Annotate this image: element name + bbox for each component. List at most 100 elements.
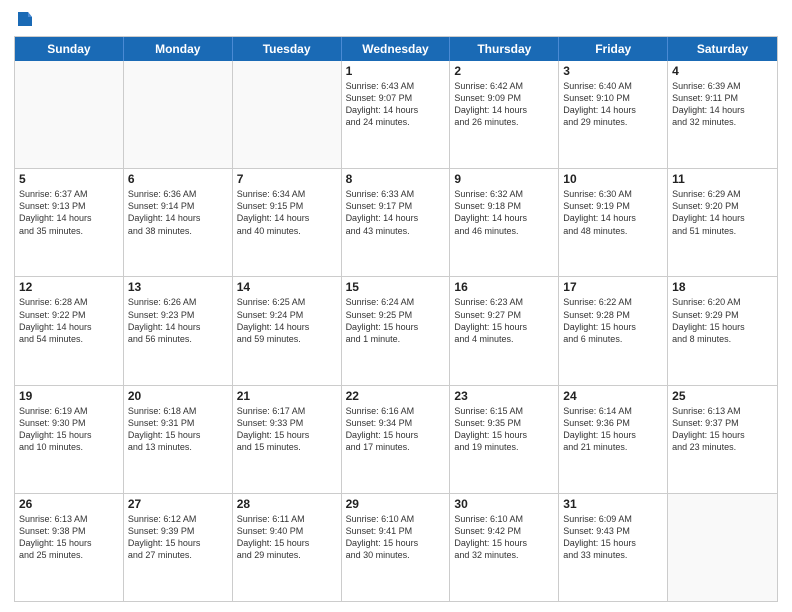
day-number: 27: [128, 497, 228, 511]
header: [14, 10, 778, 28]
day-number: 11: [672, 172, 773, 186]
calendar-cell: 19 Sunrise: 6:19 AM Sunset: 9:30 PM Dayli…: [15, 386, 124, 493]
day-number: 19: [19, 389, 119, 403]
calendar-row-5: 26 Sunrise: 6:13 AM Sunset: 9:38 PM Dayli…: [15, 494, 777, 601]
day-info: Sunrise: 6:09 AM Sunset: 9:43 PM Dayligh…: [563, 513, 663, 562]
calendar-cell: 31 Sunrise: 6:09 AM Sunset: 9:43 PM Dayli…: [559, 494, 668, 601]
day-number: 26: [19, 497, 119, 511]
day-info: Sunrise: 6:25 AM Sunset: 9:24 PM Dayligh…: [237, 296, 337, 345]
day-info: Sunrise: 6:18 AM Sunset: 9:31 PM Dayligh…: [128, 405, 228, 454]
calendar-cell: 29 Sunrise: 6:10 AM Sunset: 9:41 PM Dayli…: [342, 494, 451, 601]
day-info: Sunrise: 6:22 AM Sunset: 9:28 PM Dayligh…: [563, 296, 663, 345]
calendar-row-2: 5 Sunrise: 6:37 AM Sunset: 9:13 PM Daylig…: [15, 169, 777, 277]
day-info: Sunrise: 6:13 AM Sunset: 9:38 PM Dayligh…: [19, 513, 119, 562]
day-info: Sunrise: 6:37 AM Sunset: 9:13 PM Dayligh…: [19, 188, 119, 237]
header-day-sunday: Sunday: [15, 37, 124, 61]
calendar-cell: 17 Sunrise: 6:22 AM Sunset: 9:28 PM Dayli…: [559, 277, 668, 384]
day-number: 12: [19, 280, 119, 294]
day-number: 18: [672, 280, 773, 294]
calendar-cell: 4Sunrise: 6:39 AM Sunset: 9:11 PM Daylig…: [668, 61, 777, 168]
header-day-friday: Friday: [559, 37, 668, 61]
logo: [14, 10, 34, 28]
day-info: Sunrise: 6:12 AM Sunset: 9:39 PM Dayligh…: [128, 513, 228, 562]
day-info: Sunrise: 6:43 AM Sunset: 9:07 PM Dayligh…: [346, 80, 446, 129]
day-info: Sunrise: 6:36 AM Sunset: 9:14 PM Dayligh…: [128, 188, 228, 237]
calendar-cell: [668, 494, 777, 601]
day-number: 17: [563, 280, 663, 294]
day-info: Sunrise: 6:10 AM Sunset: 9:41 PM Dayligh…: [346, 513, 446, 562]
header-day-wednesday: Wednesday: [342, 37, 451, 61]
day-number: 9: [454, 172, 554, 186]
calendar-row-4: 19 Sunrise: 6:19 AM Sunset: 9:30 PM Dayli…: [15, 386, 777, 494]
calendar-cell: 7Sunrise: 6:34 AM Sunset: 9:15 PM Daylig…: [233, 169, 342, 276]
calendar-row-3: 12 Sunrise: 6:28 AM Sunset: 9:22 PM Dayli…: [15, 277, 777, 385]
day-info: Sunrise: 6:11 AM Sunset: 9:40 PM Dayligh…: [237, 513, 337, 562]
day-number: 24: [563, 389, 663, 403]
calendar: SundayMondayTuesdayWednesdayThursdayFrid…: [14, 36, 778, 602]
calendar-cell: 5 Sunrise: 6:37 AM Sunset: 9:13 PM Daylig…: [15, 169, 124, 276]
calendar-row-1: 1 Sunrise: 6:43 AM Sunset: 9:07 PM Daylig…: [15, 61, 777, 169]
calendar-cell: 28Sunrise: 6:11 AM Sunset: 9:40 PM Dayli…: [233, 494, 342, 601]
day-info: Sunrise: 6:23 AM Sunset: 9:27 PM Dayligh…: [454, 296, 554, 345]
calendar-cell: 30 Sunrise: 6:10 AM Sunset: 9:42 PM Dayli…: [450, 494, 559, 601]
calendar-cell: 6 Sunrise: 6:36 AM Sunset: 9:14 PM Daylig…: [124, 169, 233, 276]
header-day-thursday: Thursday: [450, 37, 559, 61]
header-day-saturday: Saturday: [668, 37, 777, 61]
day-number: 20: [128, 389, 228, 403]
day-info: Sunrise: 6:28 AM Sunset: 9:22 PM Dayligh…: [19, 296, 119, 345]
day-info: Sunrise: 6:14 AM Sunset: 9:36 PM Dayligh…: [563, 405, 663, 454]
day-number: 5: [19, 172, 119, 186]
day-info: Sunrise: 6:40 AM Sunset: 9:10 PM Dayligh…: [563, 80, 663, 129]
day-number: 29: [346, 497, 446, 511]
day-info: Sunrise: 6:26 AM Sunset: 9:23 PM Dayligh…: [128, 296, 228, 345]
day-info: Sunrise: 6:33 AM Sunset: 9:17 PM Dayligh…: [346, 188, 446, 237]
calendar-cell: 23Sunrise: 6:15 AM Sunset: 9:35 PM Dayli…: [450, 386, 559, 493]
calendar-cell: [233, 61, 342, 168]
calendar-cell: 1 Sunrise: 6:43 AM Sunset: 9:07 PM Daylig…: [342, 61, 451, 168]
day-number: 8: [346, 172, 446, 186]
day-info: Sunrise: 6:29 AM Sunset: 9:20 PM Dayligh…: [672, 188, 773, 237]
day-number: 2: [454, 64, 554, 78]
logo-icon: [16, 10, 34, 28]
calendar-header: SundayMondayTuesdayWednesdayThursdayFrid…: [15, 37, 777, 61]
day-number: 1: [346, 64, 446, 78]
day-info: Sunrise: 6:16 AM Sunset: 9:34 PM Dayligh…: [346, 405, 446, 454]
page: SundayMondayTuesdayWednesdayThursdayFrid…: [0, 0, 792, 612]
day-number: 6: [128, 172, 228, 186]
calendar-cell: 2 Sunrise: 6:42 AM Sunset: 9:09 PM Daylig…: [450, 61, 559, 168]
calendar-cell: 8 Sunrise: 6:33 AM Sunset: 9:17 PM Daylig…: [342, 169, 451, 276]
day-number: 30: [454, 497, 554, 511]
day-info: Sunrise: 6:17 AM Sunset: 9:33 PM Dayligh…: [237, 405, 337, 454]
day-info: Sunrise: 6:42 AM Sunset: 9:09 PM Dayligh…: [454, 80, 554, 129]
day-number: 25: [672, 389, 773, 403]
calendar-cell: 14Sunrise: 6:25 AM Sunset: 9:24 PM Dayli…: [233, 277, 342, 384]
day-info: Sunrise: 6:20 AM Sunset: 9:29 PM Dayligh…: [672, 296, 773, 345]
calendar-cell: 9 Sunrise: 6:32 AM Sunset: 9:18 PM Daylig…: [450, 169, 559, 276]
calendar-cell: 25 Sunrise: 6:13 AM Sunset: 9:37 PM Dayli…: [668, 386, 777, 493]
day-number: 15: [346, 280, 446, 294]
day-info: Sunrise: 6:19 AM Sunset: 9:30 PM Dayligh…: [19, 405, 119, 454]
calendar-cell: 18 Sunrise: 6:20 AM Sunset: 9:29 PM Dayli…: [668, 277, 777, 384]
day-number: 31: [563, 497, 663, 511]
calendar-body: 1 Sunrise: 6:43 AM Sunset: 9:07 PM Daylig…: [15, 61, 777, 601]
calendar-cell: 21Sunrise: 6:17 AM Sunset: 9:33 PM Dayli…: [233, 386, 342, 493]
calendar-cell: 24 Sunrise: 6:14 AM Sunset: 9:36 PM Dayli…: [559, 386, 668, 493]
header-day-tuesday: Tuesday: [233, 37, 342, 61]
day-number: 16: [454, 280, 554, 294]
calendar-cell: 15Sunrise: 6:24 AM Sunset: 9:25 PM Dayli…: [342, 277, 451, 384]
day-number: 22: [346, 389, 446, 403]
calendar-cell: 11 Sunrise: 6:29 AM Sunset: 9:20 PM Dayli…: [668, 169, 777, 276]
calendar-cell: 27 Sunrise: 6:12 AM Sunset: 9:39 PM Dayli…: [124, 494, 233, 601]
calendar-cell: 26 Sunrise: 6:13 AM Sunset: 9:38 PM Dayli…: [15, 494, 124, 601]
day-info: Sunrise: 6:39 AM Sunset: 9:11 PM Dayligh…: [672, 80, 773, 129]
day-info: Sunrise: 6:10 AM Sunset: 9:42 PM Dayligh…: [454, 513, 554, 562]
calendar-cell: 3Sunrise: 6:40 AM Sunset: 9:10 PM Daylig…: [559, 61, 668, 168]
calendar-cell: 20 Sunrise: 6:18 AM Sunset: 9:31 PM Dayli…: [124, 386, 233, 493]
header-day-monday: Monday: [124, 37, 233, 61]
calendar-cell: 13Sunrise: 6:26 AM Sunset: 9:23 PM Dayli…: [124, 277, 233, 384]
day-info: Sunrise: 6:13 AM Sunset: 9:37 PM Dayligh…: [672, 405, 773, 454]
calendar-cell: 10Sunrise: 6:30 AM Sunset: 9:19 PM Dayli…: [559, 169, 668, 276]
day-info: Sunrise: 6:32 AM Sunset: 9:18 PM Dayligh…: [454, 188, 554, 237]
calendar-cell: [15, 61, 124, 168]
calendar-cell: 16 Sunrise: 6:23 AM Sunset: 9:27 PM Dayli…: [450, 277, 559, 384]
